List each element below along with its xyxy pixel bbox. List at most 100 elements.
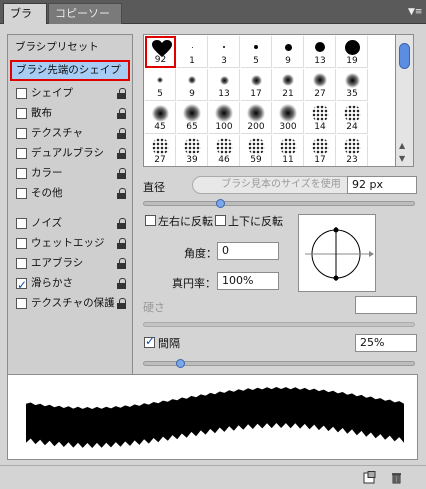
- sidebar-item-checkbox[interactable]: [16, 188, 27, 199]
- sidebar-item-checkbox[interactable]: [16, 88, 27, 99]
- sidebar-item-label: ノイズ: [31, 217, 63, 229]
- angle-field[interactable]: 0: [217, 242, 279, 260]
- lock-icon[interactable]: [117, 148, 126, 159]
- scrollbar-thumb[interactable]: [399, 43, 410, 69]
- sidebar-item-brush-presets[interactable]: ブラシプリセット: [8, 37, 132, 58]
- sidebar-item[interactable]: シェイプ: [8, 83, 132, 104]
- scatter-brush-icon: [344, 138, 361, 155]
- brush-size-label: 1: [189, 56, 195, 66]
- brush-tip-cell[interactable]: 21: [273, 69, 304, 101]
- scroll-up-icon[interactable]: ▲: [399, 141, 405, 150]
- panel-menu-icon[interactable]: ▼≡: [408, 5, 422, 19]
- sidebar-item[interactable]: 散布: [8, 103, 132, 124]
- sidebar-item[interactable]: カラー: [8, 163, 132, 184]
- brush-size-label: 21: [282, 89, 294, 99]
- diameter-slider-knob[interactable]: [216, 199, 226, 208]
- scroll-down-icon[interactable]: ▼: [399, 154, 405, 163]
- sidebar-item-checkbox[interactable]: [16, 168, 27, 179]
- brush-tip-cell[interactable]: 300: [273, 102, 304, 134]
- hard-brush-icon: [315, 42, 325, 52]
- brush-tip-cell[interactable]: 23: [337, 135, 368, 166]
- sidebar-item-checkbox[interactable]: [16, 258, 27, 269]
- brush-tip-cell[interactable]: 3: [209, 36, 240, 68]
- roundness-field[interactable]: 100%: [217, 272, 279, 290]
- sidebar-item-checkbox[interactable]: [16, 218, 27, 229]
- panel-bottom-bar: [0, 465, 426, 489]
- sidebar-item-checkbox[interactable]: [16, 108, 27, 119]
- brush-tip-cell[interactable]: 13: [305, 36, 336, 68]
- brush-size-label: 9: [189, 89, 195, 99]
- new-preset-icon[interactable]: [363, 471, 376, 484]
- brush-tip-cell[interactable]: 5: [241, 36, 272, 68]
- spacing-slider[interactable]: [143, 359, 415, 368]
- tab-brush[interactable]: ブラシ: [3, 3, 47, 40]
- sidebar-item-checkbox[interactable]: [16, 298, 27, 309]
- sidebar-item-checkbox[interactable]: [16, 128, 27, 139]
- brush-tip-cell[interactable]: 45: [145, 102, 176, 134]
- flip-x-checkbox[interactable]: [145, 215, 156, 226]
- brush-tip-cell[interactable]: 200: [241, 102, 272, 134]
- lock-icon[interactable]: [117, 298, 126, 309]
- brush-tip-cell[interactable]: 9: [273, 36, 304, 68]
- brush-tip-cell[interactable]: 17: [305, 135, 336, 166]
- brush-tip-cell[interactable]: 19: [337, 36, 368, 68]
- diameter-field[interactable]: 92 px: [347, 176, 417, 194]
- hardness-slider[interactable]: [143, 322, 415, 327]
- brush-tip-cell[interactable]: 92: [145, 36, 176, 68]
- sidebar-item-label: シェイプ: [31, 87, 73, 99]
- sidebar-item[interactable]: テクスチャの保護: [8, 293, 132, 314]
- diameter-slider[interactable]: [143, 199, 415, 208]
- brush-tip-cell[interactable]: 5: [145, 69, 176, 101]
- sidebar-item[interactable]: ウェットエッジ: [8, 233, 132, 254]
- lock-icon[interactable]: [117, 258, 126, 269]
- brush-tip-cell[interactable]: 39: [177, 135, 208, 166]
- brush-tip-cell[interactable]: 100: [209, 102, 240, 134]
- sidebar-item[interactable]: エアブラシ: [8, 253, 132, 274]
- sidebar-item[interactable]: テクスチャ: [8, 123, 132, 144]
- brush-tip-cell[interactable]: 27: [305, 69, 336, 101]
- spacing-slider-knob[interactable]: [176, 359, 186, 368]
- brush-tip-cell[interactable]: 27: [145, 135, 176, 166]
- flip-y-checkbox[interactable]: [215, 215, 226, 226]
- brush-size-label: 35: [346, 89, 358, 99]
- brush-tip-cell[interactable]: 11: [273, 135, 304, 166]
- sidebar-item-checkbox[interactable]: [16, 275, 27, 296]
- brush-grid-scrollbar[interactable]: ▲ ▼: [396, 34, 414, 167]
- brush-tip-cell[interactable]: 46: [209, 135, 240, 166]
- lock-icon[interactable]: [117, 168, 126, 179]
- sidebar-item[interactable]: ノイズ: [8, 213, 132, 234]
- lock-icon[interactable]: [117, 108, 126, 119]
- spacing-checkbox[interactable]: [144, 334, 155, 348]
- brush-tip-cell[interactable]: 35: [337, 69, 368, 101]
- sidebar-item-checkbox[interactable]: [16, 148, 27, 159]
- angle-roundness-preview[interactable]: [298, 214, 376, 292]
- sidebar-item[interactable]: 滑らかさ: [8, 273, 132, 296]
- brush-tip-cell[interactable]: 65: [177, 102, 208, 134]
- lock-icon[interactable]: [117, 218, 126, 229]
- brush-tip-cell[interactable]: 59: [241, 135, 272, 166]
- brush-tip-cell[interactable]: 9: [177, 69, 208, 101]
- lock-icon[interactable]: [117, 88, 126, 99]
- hardness-field[interactable]: [355, 296, 417, 314]
- scatter-brush-icon: [184, 138, 201, 155]
- sidebar-item-brush-tip-shape[interactable]: ブラシ先端のシェイプ: [10, 60, 130, 81]
- brush-size-label: 27: [154, 155, 166, 165]
- brush-tip-cell[interactable]: 13: [209, 69, 240, 101]
- lock-icon[interactable]: [117, 128, 126, 139]
- spacing-field[interactable]: 25%: [355, 334, 417, 352]
- sidebar-item[interactable]: その他: [8, 183, 132, 204]
- brush-tip-cell[interactable]: 24: [337, 102, 368, 134]
- trash-icon[interactable]: [390, 471, 403, 484]
- brush-tip-cell[interactable]: 14: [305, 102, 336, 134]
- use-sample-size-button[interactable]: ブラシ見本のサイズを使用: [192, 176, 370, 194]
- tab-clone-source[interactable]: コピーソース: [48, 3, 122, 40]
- lock-icon[interactable]: [117, 278, 126, 289]
- brush-tip-cell[interactable]: 17: [241, 69, 272, 101]
- sidebar-item[interactable]: デュアルブラシ: [8, 143, 132, 164]
- lock-icon[interactable]: [117, 188, 126, 199]
- soft-brush-icon: [279, 104, 297, 122]
- sidebar-item-checkbox[interactable]: [16, 238, 27, 249]
- lock-icon[interactable]: [117, 238, 126, 249]
- brush-tip-cell[interactable]: 1: [177, 36, 208, 68]
- soft-brush-icon: [157, 77, 163, 83]
